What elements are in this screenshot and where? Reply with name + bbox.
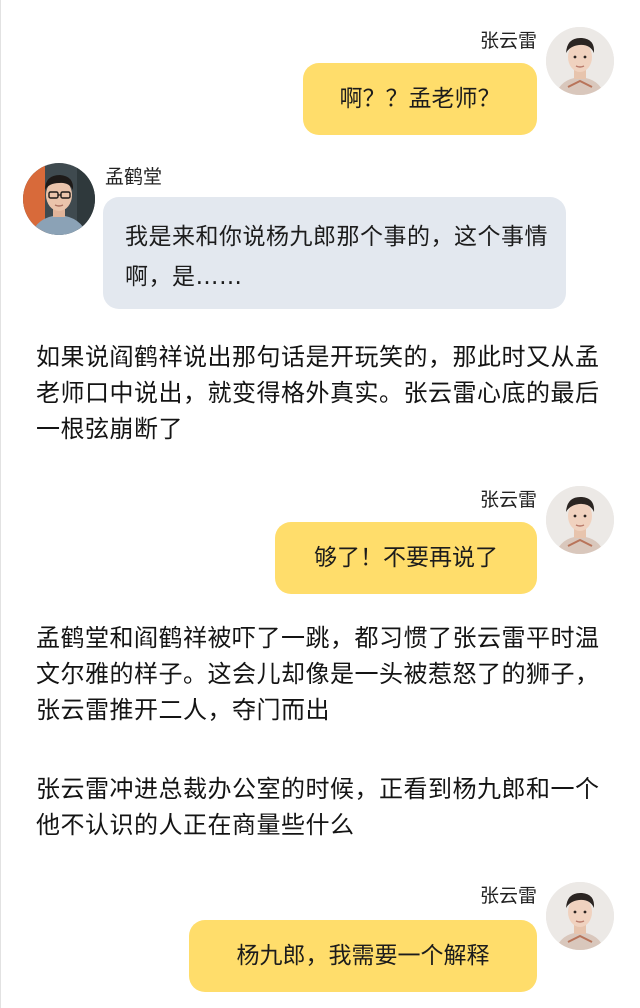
speaker-name: 孟鹤堂 (105, 166, 163, 188)
young-man-portrait-icon[interactable] (546, 27, 614, 95)
speaker-name: 张云雷 (479, 30, 537, 52)
message-bubble: 啊？？孟老师？ (303, 63, 537, 135)
narration-paragraph: 孟鹤堂和阎鹤祥被吓了一跳，都习惯了张云雷平时温文尔雅的样子。这会儿却像是一头被惹… (36, 624, 600, 724)
speaker-name: 张云雷 (479, 885, 537, 907)
left-divider (0, 0, 1, 1008)
message-bubble: 够了！不要再说了 (275, 522, 537, 594)
speaker-name: 张云雷 (479, 489, 537, 511)
narration-paragraph: 如果说阎鹤祥说出那句话是开玩笑的，那此时又从孟老师口中说出，就变得格外真实。张云… (36, 343, 600, 443)
message-bubble: 我是来和你说杨九郎那个事的，这个事情啊，是…… (103, 197, 566, 309)
man-with-glasses-portrait-icon[interactable] (23, 163, 95, 235)
young-man-portrait-icon[interactable] (546, 882, 614, 950)
message-bubble: 杨九郎，我需要一个解释 (189, 920, 537, 992)
young-man-portrait-icon[interactable] (546, 486, 614, 554)
narration-paragraph: 张云雷冲进总裁办公室的时候，正看到杨九郎和一个他不认识的人正在商量些什么 (36, 775, 600, 839)
